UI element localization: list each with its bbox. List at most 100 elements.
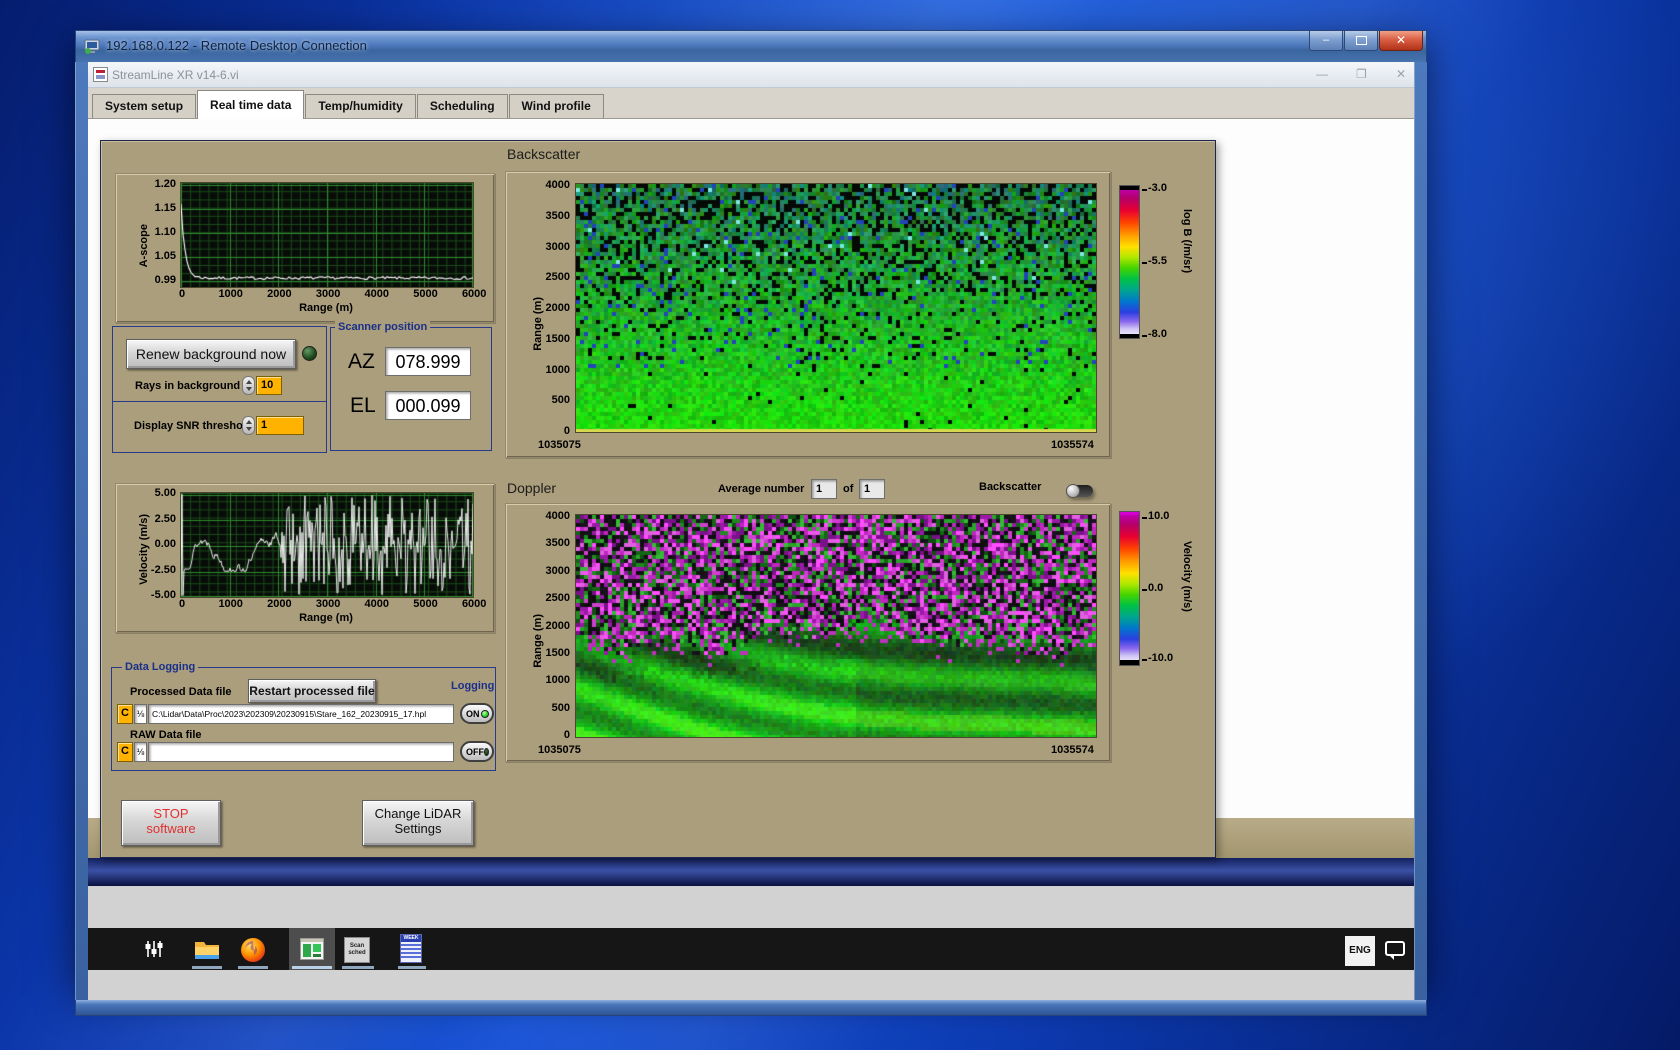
rdp-border-right — [1414, 62, 1427, 1000]
app-minimize-button[interactable]: — — [1316, 67, 1328, 81]
el-label: EL — [350, 394, 376, 417]
backscatter-ytick: 3500 — [545, 209, 570, 222]
off-indicator-icon — [484, 747, 489, 756]
rdp-border-bottom — [75, 1000, 1427, 1016]
colorbar-cap — [1120, 186, 1139, 190]
close-button[interactable]: ✕ — [1379, 31, 1423, 51]
tab-real-time-data[interactable]: Real time data — [197, 90, 305, 119]
week-schedule-icon[interactable]: WEEK — [400, 934, 422, 963]
backscatter-colorbar-label: log B (/m/sr) — [1181, 209, 1193, 274]
average-total-field[interactable]: 1 — [859, 479, 885, 499]
chat-icon[interactable] — [1385, 941, 1405, 960]
streamline-app-icon[interactable] — [300, 938, 324, 960]
rdp-window: 192.168.0.122 - Remote Desktop Connectio… — [75, 30, 1427, 1016]
rdp-border-left — [75, 62, 88, 1000]
backscatter-ytick: 1500 — [545, 332, 570, 345]
change-lidar-settings-button[interactable]: Change LiDAR Settings — [362, 800, 474, 846]
rays-value[interactable]: 10 — [256, 376, 282, 395]
remote-desktop-strip — [88, 886, 1414, 928]
backscatter-ytick: 2000 — [545, 302, 570, 314]
maximize-button[interactable] — [1344, 31, 1378, 51]
rdp-icon — [84, 39, 100, 54]
velocity-ytick: 0.00 — [154, 538, 176, 550]
velocity-graph: Velocity (m/s) Range (m) 5.00 2.50 0.00 -2.… — [115, 483, 495, 633]
ascope-xtick: 2000 — [267, 288, 292, 300]
velocity-xlabel: Range (m) — [299, 612, 353, 624]
doppler-colorbar — [1119, 511, 1140, 666]
tab-wind-profile[interactable]: Wind profile — [508, 94, 604, 118]
running-indicator — [398, 966, 426, 969]
velocity-plot — [180, 492, 474, 598]
app-close-button[interactable]: ✕ — [1396, 67, 1406, 81]
snr-threshold-label: Display SNR threshold — [134, 420, 253, 432]
path-type-icon[interactable]: ⅛ — [134, 704, 147, 724]
change-lidar-line1: Change LiDAR — [374, 806, 462, 821]
rdp-titlebar[interactable]: 192.168.0.122 - Remote Desktop Connectio… — [75, 30, 1427, 62]
stop-software-button[interactable]: STOP software — [121, 800, 221, 846]
velocity-xtick: 5000 — [413, 598, 438, 610]
backscatter-toggle-label: Backscatter — [979, 481, 1042, 493]
velocity-xtick: 4000 — [364, 598, 390, 610]
tab-system-setup[interactable]: System setup — [92, 94, 197, 118]
backscatter-cbar-tick: -5.5 — [1148, 255, 1167, 267]
remote-session: StreamLine XR v14-6.vi — ❐ ✕ System setu… — [88, 62, 1414, 1000]
file-explorer-icon[interactable] — [194, 938, 220, 962]
renew-led — [302, 346, 317, 361]
az-label: AZ — [348, 350, 375, 373]
app-titlebar[interactable]: StreamLine XR v14-6.vi — ❐ ✕ — [88, 62, 1414, 88]
rays-in-background-label: Rays in background — [135, 380, 241, 392]
scanner-position-group: Scanner position AZ 078.999 EL 000.099 — [330, 321, 492, 451]
average-count-field[interactable]: 1 — [811, 479, 837, 499]
doppler-graph: Range (m) 1035075 1035574 4000 3500 3000 25… — [505, 503, 1111, 762]
doppler-colorbar-label: Velocity (m/s) — [1181, 541, 1193, 612]
tab-scheduling[interactable]: Scheduling — [416, 94, 508, 118]
running-indicator — [192, 966, 222, 969]
processed-path-field[interactable]: C:\Lidar\Data\Proc\2023\202309\20230915\… — [148, 704, 454, 724]
off-toggle[interactable]: OFF — [460, 741, 494, 762]
language-indicator[interactable]: ENG — [1345, 936, 1375, 966]
backscatter-cbar-tick-dash — [1142, 189, 1147, 191]
az-value[interactable]: 078.999 — [385, 347, 471, 376]
path-type-icon[interactable]: ⅛ — [134, 742, 147, 762]
backscatter-colorbar — [1119, 185, 1140, 339]
ascope-xtick: 6000 — [461, 288, 487, 300]
processed-data-file-label: Processed Data file — [130, 686, 232, 698]
drive-button[interactable]: C — [117, 742, 133, 762]
window-bottom-band — [88, 858, 1414, 886]
velocity-xtick: 2000 — [267, 598, 292, 610]
of-label: of — [843, 483, 854, 495]
ascope-xtick: 3000 — [315, 288, 341, 300]
snr-value[interactable]: 1 — [256, 416, 304, 435]
drive-button[interactable]: C — [117, 704, 133, 724]
el-value[interactable]: 000.099 — [385, 391, 471, 420]
on-toggle[interactable]: ON — [460, 703, 494, 724]
app-maximize-button[interactable]: ❐ — [1356, 67, 1367, 81]
backscatter-ytick: 2500 — [545, 271, 570, 284]
backscatter-ytick: 500 — [551, 394, 570, 407]
velocity-xtick: 6000 — [461, 598, 487, 610]
minimize-button[interactable]: – — [1309, 31, 1343, 51]
tab-temp-humidity[interactable]: Temp/humidity — [305, 94, 416, 118]
scan-scheduler-icon[interactable]: Scan sched — [344, 937, 370, 963]
ascope-ytick: 1.10 — [154, 226, 176, 238]
snr-threshold-group: Display SNR threshold 1 — [112, 401, 327, 453]
task-view-icon[interactable] — [144, 939, 164, 959]
restart-processed-file-button[interactable]: Restart processed file — [248, 679, 376, 703]
taskbar: Scan sched WEEK ENG — [88, 928, 1414, 970]
raw-path-field[interactable] — [148, 742, 454, 762]
backscatter-xend: 1035574 — [1051, 439, 1094, 451]
colorbar-cap — [1120, 660, 1139, 665]
doppler-ytick: 1500 — [545, 647, 570, 659]
doppler-cbar-tick-dash — [1142, 589, 1147, 591]
stop-software-line2: software — [146, 821, 196, 836]
backscatter-toggle[interactable] — [1066, 484, 1093, 498]
backscatter-cbar-tick: -3.0 — [1148, 182, 1167, 194]
firefox-icon[interactable] — [240, 937, 266, 963]
rays-spinner[interactable] — [242, 376, 255, 395]
vi-icon — [93, 67, 108, 82]
desktop-background: 192.168.0.122 - Remote Desktop Connectio… — [0, 0, 1680, 1050]
ascope-xlabel: Range (m) — [299, 302, 353, 314]
doppler-ytick: 4000 — [545, 510, 570, 522]
snr-spinner[interactable] — [242, 416, 255, 435]
renew-background-button[interactable]: Renew background now — [126, 339, 296, 369]
